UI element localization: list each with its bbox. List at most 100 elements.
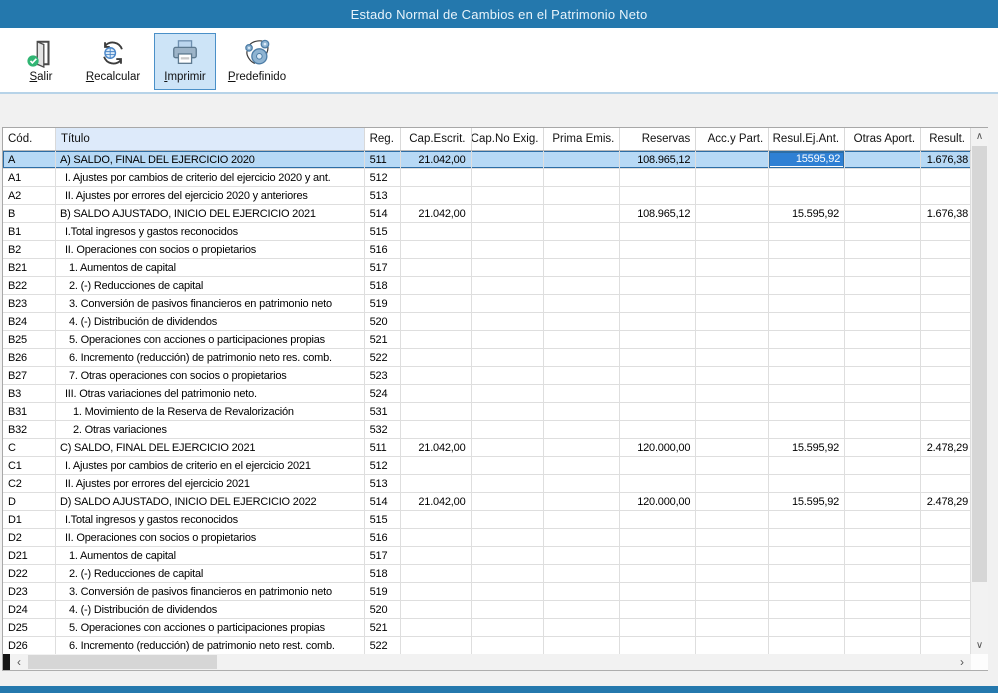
cell-B25-cod[interactable]: B25	[3, 331, 56, 348]
cell-B23-prima_emis[interactable]	[544, 295, 620, 312]
cell-B31-titulo[interactable]: 1. Movimiento de la Reserva de Revaloriz…	[56, 403, 365, 420]
cell-D2-otras_aport[interactable]	[845, 529, 921, 546]
cell-B-prima_emis[interactable]	[544, 205, 620, 222]
cell-B26-reg[interactable]: 522	[365, 349, 401, 366]
cell-A1-prima_emis[interactable]	[544, 169, 620, 186]
table-row-D26[interactable]: D266. Incremento (reducción) de patrimon…	[3, 637, 971, 654]
table-row-B31[interactable]: B311. Movimiento de la Reserva de Revalo…	[3, 403, 971, 421]
cell-B-result[interactable]: 1.676,38	[921, 205, 971, 222]
cell-D26-resul_ej_ant[interactable]	[769, 637, 845, 654]
cell-B1-acc_y_part[interactable]	[696, 223, 769, 240]
cell-A1-acc_y_part[interactable]	[696, 169, 769, 186]
cell-D21-resul_ej_ant[interactable]	[769, 547, 845, 564]
cell-D2-cod[interactable]: D2	[3, 529, 56, 546]
table-row-D22[interactable]: D222. (-) Reducciones de capital518	[3, 565, 971, 583]
cell-D26-cap_escrit[interactable]	[401, 637, 472, 654]
cell-D1-reservas[interactable]	[620, 511, 696, 528]
cell-A2-titulo[interactable]: II. Ajustes por errores del ejercicio 20…	[56, 187, 365, 204]
cell-B31-otras_aport[interactable]	[845, 403, 921, 420]
cell-B26-otras_aport[interactable]	[845, 349, 921, 366]
cell-A-reservas[interactable]: 108.965,12	[620, 151, 696, 168]
cell-D21-cap_escrit[interactable]	[401, 547, 472, 564]
cell-B-resul_ej_ant[interactable]: 15.595,92	[769, 205, 845, 222]
cell-B24-resul_ej_ant[interactable]	[769, 313, 845, 330]
table-row-D2[interactable]: D2II. Operaciones con socios o propietar…	[3, 529, 971, 547]
cell-B26-cap_escrit[interactable]	[401, 349, 472, 366]
cell-A-otras_aport[interactable]	[845, 151, 921, 168]
cell-D-result[interactable]: 2.478,29	[921, 493, 971, 510]
table-row-B23[interactable]: B233. Conversión de pasivos financieros …	[3, 295, 971, 313]
cell-D25-titulo[interactable]: 5. Operaciones con acciones o participac…	[56, 619, 365, 636]
cell-D-resul_ej_ant[interactable]: 15.595,92	[769, 493, 845, 510]
cell-D22-resul_ej_ant[interactable]	[769, 565, 845, 582]
cell-D22-reservas[interactable]	[620, 565, 696, 582]
cell-B31-acc_y_part[interactable]	[696, 403, 769, 420]
cell-D24-cap_no_exig[interactable]	[472, 601, 545, 618]
pane-splitter-grip[interactable]	[3, 654, 10, 670]
cell-A1-cap_escrit[interactable]	[401, 169, 472, 186]
cell-D1-reg[interactable]: 515	[365, 511, 401, 528]
cell-B23-acc_y_part[interactable]	[696, 295, 769, 312]
table-row-C2[interactable]: C2II. Ajustes por errores del ejercicio …	[3, 475, 971, 493]
cell-B21-acc_y_part[interactable]	[696, 259, 769, 276]
cell-C1-acc_y_part[interactable]	[696, 457, 769, 474]
cell-B1-otras_aport[interactable]	[845, 223, 921, 240]
cell-B23-otras_aport[interactable]	[845, 295, 921, 312]
cell-D25-acc_y_part[interactable]	[696, 619, 769, 636]
cell-D24-cod[interactable]: D24	[3, 601, 56, 618]
cell-D26-reservas[interactable]	[620, 637, 696, 654]
cell-D23-result[interactable]	[921, 583, 971, 600]
cell-B24-cod[interactable]: B24	[3, 313, 56, 330]
table-row-B25[interactable]: B255. Operaciones con acciones o partici…	[3, 331, 971, 349]
table-row-A[interactable]: AA) SALDO, FINAL DEL EJERCICIO 202051121…	[3, 151, 971, 169]
cell-B21-reservas[interactable]	[620, 259, 696, 276]
cell-B1-resul_ej_ant[interactable]	[769, 223, 845, 240]
cell-C-otras_aport[interactable]	[845, 439, 921, 456]
cell-A-cod[interactable]: A	[3, 151, 56, 168]
cell-B2-acc_y_part[interactable]	[696, 241, 769, 258]
table-row-B32[interactable]: B322. Otras variaciones532	[3, 421, 971, 439]
cell-B21-result[interactable]	[921, 259, 971, 276]
cell-B27-otras_aport[interactable]	[845, 367, 921, 384]
cell-D-prima_emis[interactable]	[544, 493, 620, 510]
cell-D1-otras_aport[interactable]	[845, 511, 921, 528]
cell-C2-otras_aport[interactable]	[845, 475, 921, 492]
cell-D21-acc_y_part[interactable]	[696, 547, 769, 564]
cell-C1-reservas[interactable]	[620, 457, 696, 474]
vertical-scrollbar[interactable]: ∧ ∨	[971, 127, 988, 654]
cell-D-reservas[interactable]: 120.000,00	[620, 493, 696, 510]
column-header-prima_emis[interactable]: Prima Emis.	[544, 128, 620, 150]
cell-D2-reservas[interactable]	[620, 529, 696, 546]
table-row-B22[interactable]: B222. (-) Reducciones de capital518	[3, 277, 971, 295]
table-row-A1[interactable]: A1I. Ajustes por cambios de criterio del…	[3, 169, 971, 187]
cell-B32-reg[interactable]: 532	[365, 421, 401, 438]
cell-C-cap_escrit[interactable]: 21.042,00	[401, 439, 472, 456]
cell-B27-resul_ej_ant[interactable]	[769, 367, 845, 384]
table-row-C1[interactable]: C1I. Ajustes por cambios de criterio en …	[3, 457, 971, 475]
cell-B25-resul_ej_ant[interactable]	[769, 331, 845, 348]
cell-D22-acc_y_part[interactable]	[696, 565, 769, 582]
cell-B26-cap_no_exig[interactable]	[472, 349, 545, 366]
cell-B21-reg[interactable]: 517	[365, 259, 401, 276]
cell-B-reg[interactable]: 514	[365, 205, 401, 222]
cell-D22-cap_escrit[interactable]	[401, 565, 472, 582]
cell-D23-reg[interactable]: 519	[365, 583, 401, 600]
cell-D24-titulo[interactable]: 4. (-) Distribución de dividendos	[56, 601, 365, 618]
cell-D22-prima_emis[interactable]	[544, 565, 620, 582]
cell-D23-cod[interactable]: D23	[3, 583, 56, 600]
table-row-B2[interactable]: B2II. Operaciones con socios o propietar…	[3, 241, 971, 259]
cell-B27-cod[interactable]: B27	[3, 367, 56, 384]
cell-B22-result[interactable]	[921, 277, 971, 294]
cell-C1-cap_no_exig[interactable]	[472, 457, 545, 474]
cell-D26-prima_emis[interactable]	[544, 637, 620, 654]
horizontal-scrollbar-thumb[interactable]	[28, 655, 217, 669]
cell-B27-cap_no_exig[interactable]	[472, 367, 545, 384]
cell-B-cap_escrit[interactable]: 21.042,00	[401, 205, 472, 222]
cell-D26-cod[interactable]: D26	[3, 637, 56, 654]
cell-D23-titulo[interactable]: 3. Conversión de pasivos financieros en …	[56, 583, 365, 600]
recalcular-button[interactable]: Recalcular	[82, 33, 144, 90]
column-header-acc_y_part[interactable]: Acc.y Part.	[696, 128, 769, 150]
cell-B26-cod[interactable]: B26	[3, 349, 56, 366]
cell-C2-resul_ej_ant[interactable]	[769, 475, 845, 492]
table-row-B[interactable]: BB) SALDO AJUSTADO, INICIO DEL EJERCICIO…	[3, 205, 971, 223]
